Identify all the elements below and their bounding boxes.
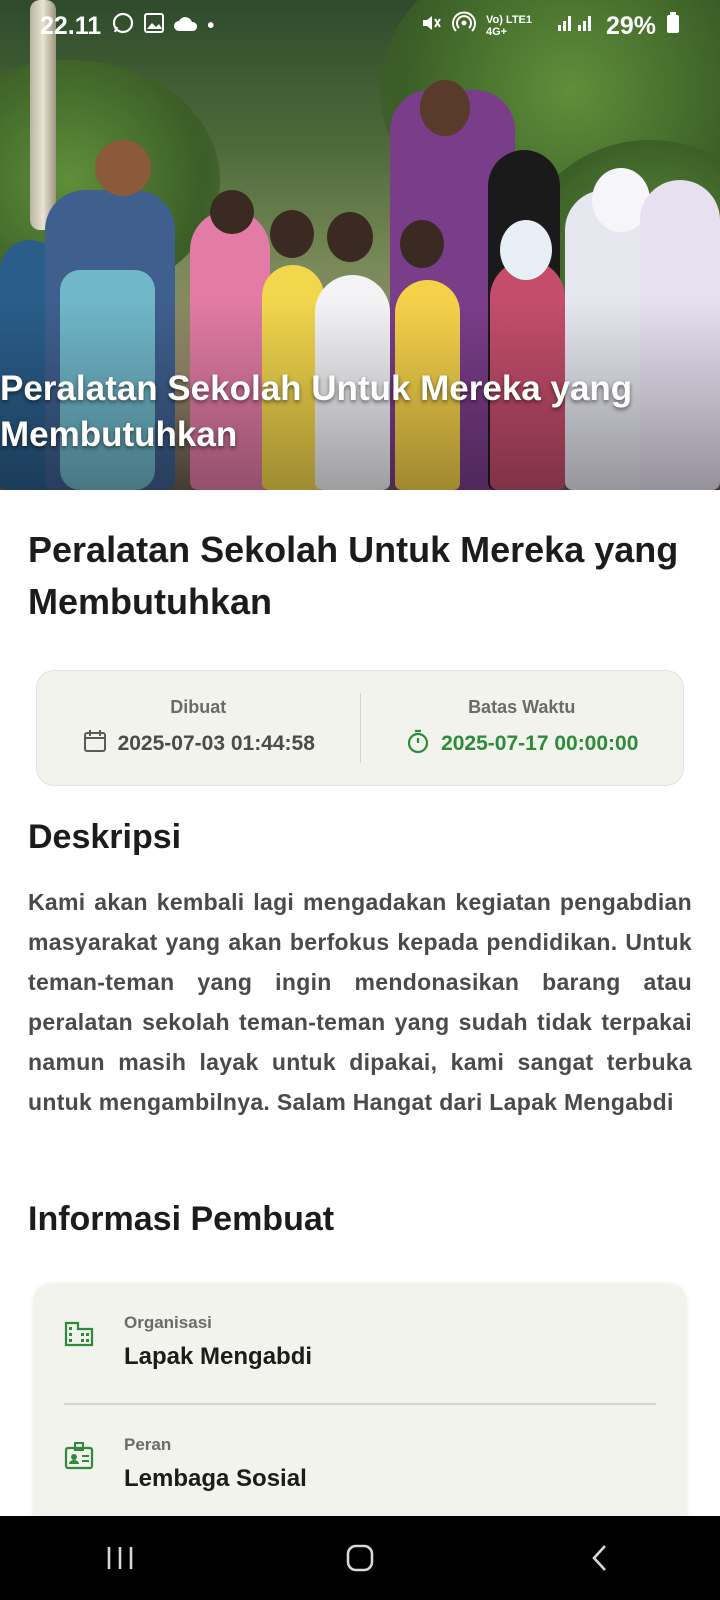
organization-value: Lapak Mengabdi <box>124 1343 313 1370</box>
organization-label: Organisasi <box>124 1313 212 1332</box>
battery-charging-icon <box>666 12 680 40</box>
creator-info-card: Organisasi Lapak Mengabdi Peran Lembaga … <box>34 1283 686 1516</box>
gallery-icon <box>143 12 165 40</box>
description-heading: Deskripsi <box>28 818 182 856</box>
status-time: 22.11 <box>40 11 102 40</box>
dot-icon: • <box>207 14 215 37</box>
info-divider <box>64 1403 656 1405</box>
created-date: Dibuat 2025-07-03 01:44:58 <box>37 697 360 760</box>
status-bar: 22.11 • Vo) LTE1 4G+ 29% <box>0 0 720 52</box>
recent-apps-icon[interactable] <box>90 1533 150 1583</box>
signal-icon <box>556 13 596 39</box>
created-label: Dibuat <box>170 696 227 717</box>
badge-icon <box>64 1442 94 1475</box>
description-text: Kami akan kembali lagi mengadakan kegiat… <box>28 889 692 1115</box>
system-navigation-bar <box>0 1516 720 1600</box>
building-icon <box>64 1321 94 1351</box>
created-value: 2025-07-03 01:44:58 <box>117 731 315 755</box>
mute-icon <box>420 12 442 40</box>
role-row: Peran Lembaga Sosial <box>64 1435 664 1493</box>
deadline-label: Batas Waktu <box>468 696 576 717</box>
home-icon[interactable] <box>330 1533 390 1583</box>
timer-icon <box>405 728 431 760</box>
detail-content[interactable]: Peralatan Sekolah Untuk Mereka yang Memb… <box>0 490 720 1516</box>
creator-heading: Informasi Pembuat <box>28 1200 335 1238</box>
dates-card: Dibuat 2025-07-03 01:44:58 Batas Waktu 2… <box>36 670 684 786</box>
network-type: Vo) LTE1 4G+ <box>485 14 532 38</box>
back-icon[interactable] <box>570 1533 630 1583</box>
whatsapp-icon <box>111 11 135 41</box>
hero-overlay-title: Peralatan Sekolah Untuk Mereka yang Memb… <box>0 369 633 454</box>
role-value: Lembaga Sosial <box>124 1465 307 1492</box>
deadline-date: Batas Waktu 2025-07-17 00:00:00 <box>361 697 684 760</box>
battery-level: 29% <box>605 11 656 40</box>
system-icons: Vo) LTE1 4G+ 29% <box>420 11 680 41</box>
deadline-value: 2025-07-17 00:00:00 <box>441 731 639 755</box>
cloud-icon <box>173 14 199 38</box>
calendar-icon <box>82 728 108 760</box>
organization-row: Organisasi Lapak Mengabdi <box>64 1313 664 1371</box>
page-title: Peralatan Sekolah Untuk Mereka yang Memb… <box>28 529 679 622</box>
role-label: Peran <box>124 1435 172 1454</box>
hotspot-icon <box>451 11 476 41</box>
notification-icons: • <box>111 11 214 41</box>
